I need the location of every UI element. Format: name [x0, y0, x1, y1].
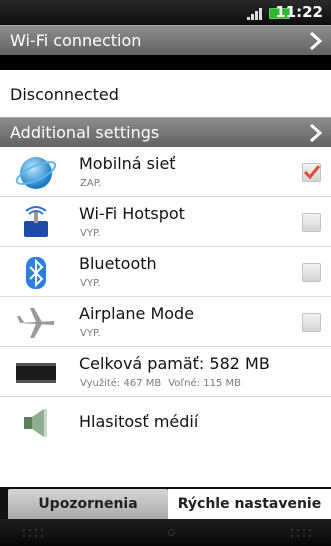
- signal-icon: [247, 6, 265, 20]
- home-indicator-icon[interactable]: [168, 529, 175, 536]
- setting-row-wifi-hotspot[interactable]: Wi-Fi Hotspot VYP.: [0, 198, 331, 247]
- wifi-hotspot-icon: [24, 206, 48, 237]
- wifi-status-row[interactable]: Disconnected: [0, 70, 331, 119]
- globe-icon: [15, 157, 57, 189]
- setting-title: Mobilná sieť: [79, 154, 176, 173]
- bluetooth-icon: [26, 257, 46, 289]
- bluetooth-checkbox[interactable]: [302, 263, 321, 282]
- memory-free: Voľné: 115 MB: [168, 378, 241, 389]
- setting-row-mobile-network[interactable]: Mobilná sieť ZAP.: [0, 148, 331, 197]
- airplane-icon: [17, 308, 54, 338]
- nav-grip-right-icon: [290, 528, 312, 538]
- memory-used: Využité: 467 MB: [80, 378, 162, 389]
- nav-grip-left-icon: [22, 528, 44, 538]
- setting-state: VYP.: [80, 328, 101, 339]
- setting-title: Hlasitosť médií: [79, 412, 199, 431]
- wifi-status-text: Disconnected: [10, 85, 119, 104]
- mobile-network-checkbox[interactable]: [302, 163, 321, 182]
- tab-notifications[interactable]: Upozornenia: [8, 489, 168, 519]
- additional-settings-header-label: Additional settings: [10, 123, 160, 142]
- setting-state: VYP.: [80, 278, 101, 289]
- navigation-bar: [0, 519, 331, 546]
- bottom-tabs: Upozornenia Rýchle nastavenie: [0, 487, 331, 519]
- setting-row-airplane-mode[interactable]: Airplane Mode VYP.: [0, 298, 331, 347]
- wifi-connection-header[interactable]: Wi-Fi connection: [0, 25, 331, 55]
- memory-chip-icon: [16, 363, 56, 383]
- setting-row-memory[interactable]: Celková pamäť: 582 MB Využité: 467 MB Voľ…: [0, 348, 331, 397]
- setting-title: Bluetooth: [79, 254, 157, 273]
- setting-title: Celková pamäť: 582 MB: [79, 354, 270, 373]
- airplane-mode-checkbox[interactable]: [302, 313, 321, 332]
- status-time: 11:22: [275, 3, 323, 21]
- tab-quick-settings[interactable]: Rýchle nastavenie: [168, 489, 331, 519]
- setting-row-media-volume[interactable]: Hlasitosť médií: [0, 398, 331, 447]
- memory-usage: Využité: 467 MB Voľné: 115 MB: [80, 378, 241, 389]
- chevron-right-icon: [310, 31, 323, 51]
- setting-state: VYP.: [80, 228, 101, 239]
- setting-title: Wi-Fi Hotspot: [79, 204, 185, 223]
- additional-settings-header[interactable]: Additional settings: [0, 117, 331, 147]
- status-bar: 11:22: [0, 0, 331, 25]
- chevron-right-icon: [310, 123, 323, 143]
- setting-title: Airplane Mode: [79, 304, 195, 323]
- wifi-connection-header-label: Wi-Fi connection: [10, 31, 142, 50]
- wifi-hotspot-checkbox[interactable]: [302, 213, 321, 232]
- checkmark-icon: [303, 165, 321, 180]
- speaker-icon: [24, 409, 47, 437]
- setting-row-bluetooth[interactable]: Bluetooth VYP.: [0, 248, 331, 297]
- setting-state: ZAP.: [80, 178, 102, 189]
